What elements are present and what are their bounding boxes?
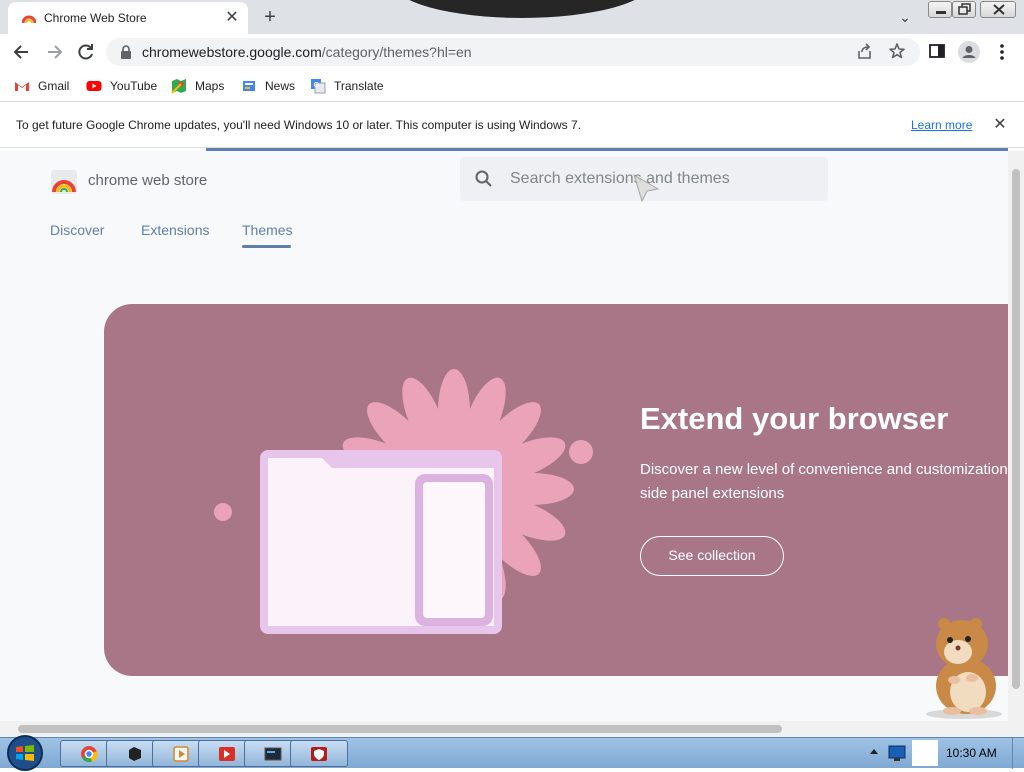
bookmark-youtube[interactable]: YouTube: [86, 76, 162, 96]
windows-start-icon[interactable]: [6, 734, 44, 772]
tab-close-icon[interactable]: ✕: [222, 8, 242, 28]
tab-title: Chrome Web Store: [44, 11, 147, 25]
back-arrow-icon[interactable]: [8, 38, 36, 66]
vertical-scrollbar[interactable]: [1008, 151, 1024, 721]
translate-icon: G: [311, 79, 326, 94]
update-infobar: To get future Google Chrome updates, you…: [0, 103, 1024, 148]
tab-discover[interactable]: Discover: [50, 222, 104, 238]
bookmark-gmail[interactable]: Gmail: [14, 76, 74, 96]
side-panel-icon[interactable]: [928, 42, 946, 60]
url-host: chromewebstore.google.com: [142, 44, 322, 60]
bookmark-label: News: [265, 79, 296, 93]
mouse-cursor-icon: [633, 173, 660, 203]
active-tab-indicator: [242, 245, 291, 248]
tab-themes[interactable]: Themes: [242, 222, 293, 238]
share-icon[interactable]: [856, 43, 874, 61]
bookmark-label: Translate: [334, 79, 384, 93]
lock-icon[interactable]: [120, 45, 132, 59]
bookmark-maps[interactable]: Maps: [171, 76, 231, 96]
hero-subtitle: Discover a new level of convenience and …: [640, 461, 1008, 502]
hero-banner[interactable]: Extend your browser Discover a new level…: [104, 304, 1008, 676]
url-path: /category/themes?hl=en: [321, 44, 472, 60]
window-close-button[interactable]: [980, 1, 1016, 18]
bookmark-star-icon[interactable]: [888, 42, 906, 60]
hamster-mascot-icon: [926, 618, 1002, 719]
shield-icon: [311, 747, 327, 761]
address-bar[interactable]: chromewebstore.google.com/category/theme…: [106, 38, 920, 66]
network-icon[interactable]: [886, 742, 908, 764]
restore-button[interactable]: [952, 1, 976, 18]
tab-extensions[interactable]: Extensions: [141, 222, 209, 238]
hero-title: Extend your browser: [640, 401, 949, 436]
bookmark-label: Gmail: [38, 79, 70, 93]
kebab-menu-icon[interactable]: [994, 42, 1010, 62]
store-name[interactable]: chrome web store: [88, 172, 207, 189]
vertical-scroll-thumb[interactable]: [1012, 169, 1020, 689]
tray-app-icon[interactable]: [912, 740, 938, 766]
window-icon: [129, 747, 141, 761]
chrome-web-store-favicon-icon: [22, 15, 36, 24]
side-panel-flower-illustration: [214, 369, 593, 634]
horizontal-scroll-thumb[interactable]: [18, 725, 782, 733]
chrome-icon: [81, 746, 98, 763]
url-text[interactable]: chromewebstore.google.com/category/theme…: [142, 44, 472, 60]
infobar-close-icon[interactable]: ✕: [990, 115, 1010, 135]
new-tab-button[interactable]: +: [258, 5, 282, 29]
news-icon: [243, 81, 255, 91]
media-icon: [173, 746, 189, 762]
profile-avatar-icon[interactable]: [958, 41, 980, 63]
bookmark-translate[interactable]: G Translate: [310, 76, 390, 96]
camera-notch: [392, 0, 652, 18]
browser-toolbar: chromewebstore.google.com/category/theme…: [0, 34, 1024, 70]
infobar-message: To get future Google Chrome updates, you…: [16, 118, 582, 132]
windows-taskbar: 10:30 AM: [0, 735, 1024, 771]
minimize-icon: [936, 11, 946, 14]
horizontal-scrollbar[interactable]: [0, 721, 1024, 737]
web-page: chrome web store Discover Extensions The…: [0, 151, 1008, 721]
youtube-icon: [86, 81, 102, 91]
window-close-icon: [993, 4, 1005, 15]
minimize-button[interactable]: [928, 1, 952, 18]
maps-icon: [171, 79, 186, 94]
learn-more-link[interactable]: Learn more: [911, 118, 972, 132]
tab-search-icon[interactable]: ⌄: [894, 7, 916, 27]
presentation-icon: [219, 747, 235, 761]
tab-chrome-web-store[interactable]: Chrome Web Store ✕: [8, 2, 248, 34]
show-desktop-button[interactable]: [1012, 738, 1024, 769]
bookmark-label: YouTube: [110, 79, 158, 93]
search-icon: [475, 170, 492, 187]
bookmark-label: Maps: [195, 79, 225, 93]
tab-strip: Chrome Web Store ✕ + ⌄: [0, 0, 1024, 34]
restore-icon: [958, 3, 971, 15]
taskbar-clock[interactable]: 10:30 AM: [946, 746, 997, 760]
bookmarks-bar: Gmail YouTube Maps News G Translate: [0, 70, 1024, 102]
chrome-web-store-logo-icon[interactable]: [50, 168, 78, 196]
show-hidden-icons-icon[interactable]: [868, 746, 880, 758]
reload-icon[interactable]: [72, 38, 100, 66]
search-input[interactable]: [510, 166, 810, 192]
terminal-icon: [264, 747, 282, 761]
svg-text:G: G: [314, 82, 319, 89]
bookmark-news[interactable]: News: [241, 76, 301, 96]
forward-arrow-icon[interactable]: [40, 38, 68, 66]
taskbar-shield[interactable]: [290, 740, 348, 767]
see-collection-button[interactable]: See collection: [640, 536, 784, 576]
gmail-icon: [15, 82, 29, 91]
